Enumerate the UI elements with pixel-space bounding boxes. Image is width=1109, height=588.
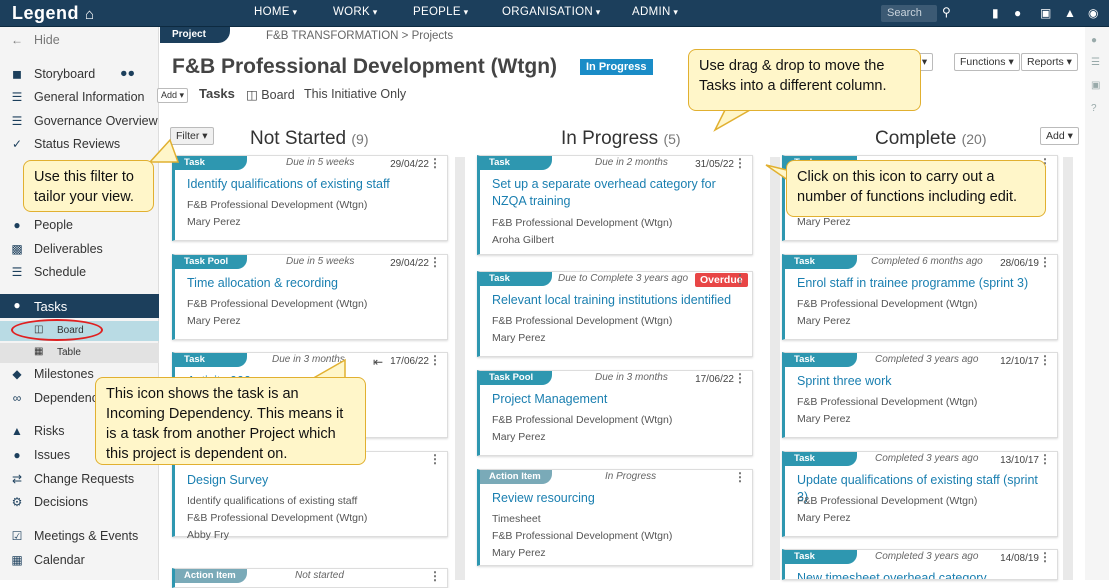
drag-callout-pointer — [713, 109, 753, 132]
filter-callout-pointer — [148, 138, 180, 163]
filter-callout: Use this filter to tailor your view. — [23, 160, 154, 212]
dependency-callout: This icon shows the task is an Incoming … — [95, 377, 366, 465]
callout-pointers — [148, 109, 796, 381]
kebab-callout: Click on this icon to carry out a number… — [786, 160, 1046, 217]
drag-drop-callout: Use drag & drop to move the Tasks into a… — [688, 49, 921, 111]
